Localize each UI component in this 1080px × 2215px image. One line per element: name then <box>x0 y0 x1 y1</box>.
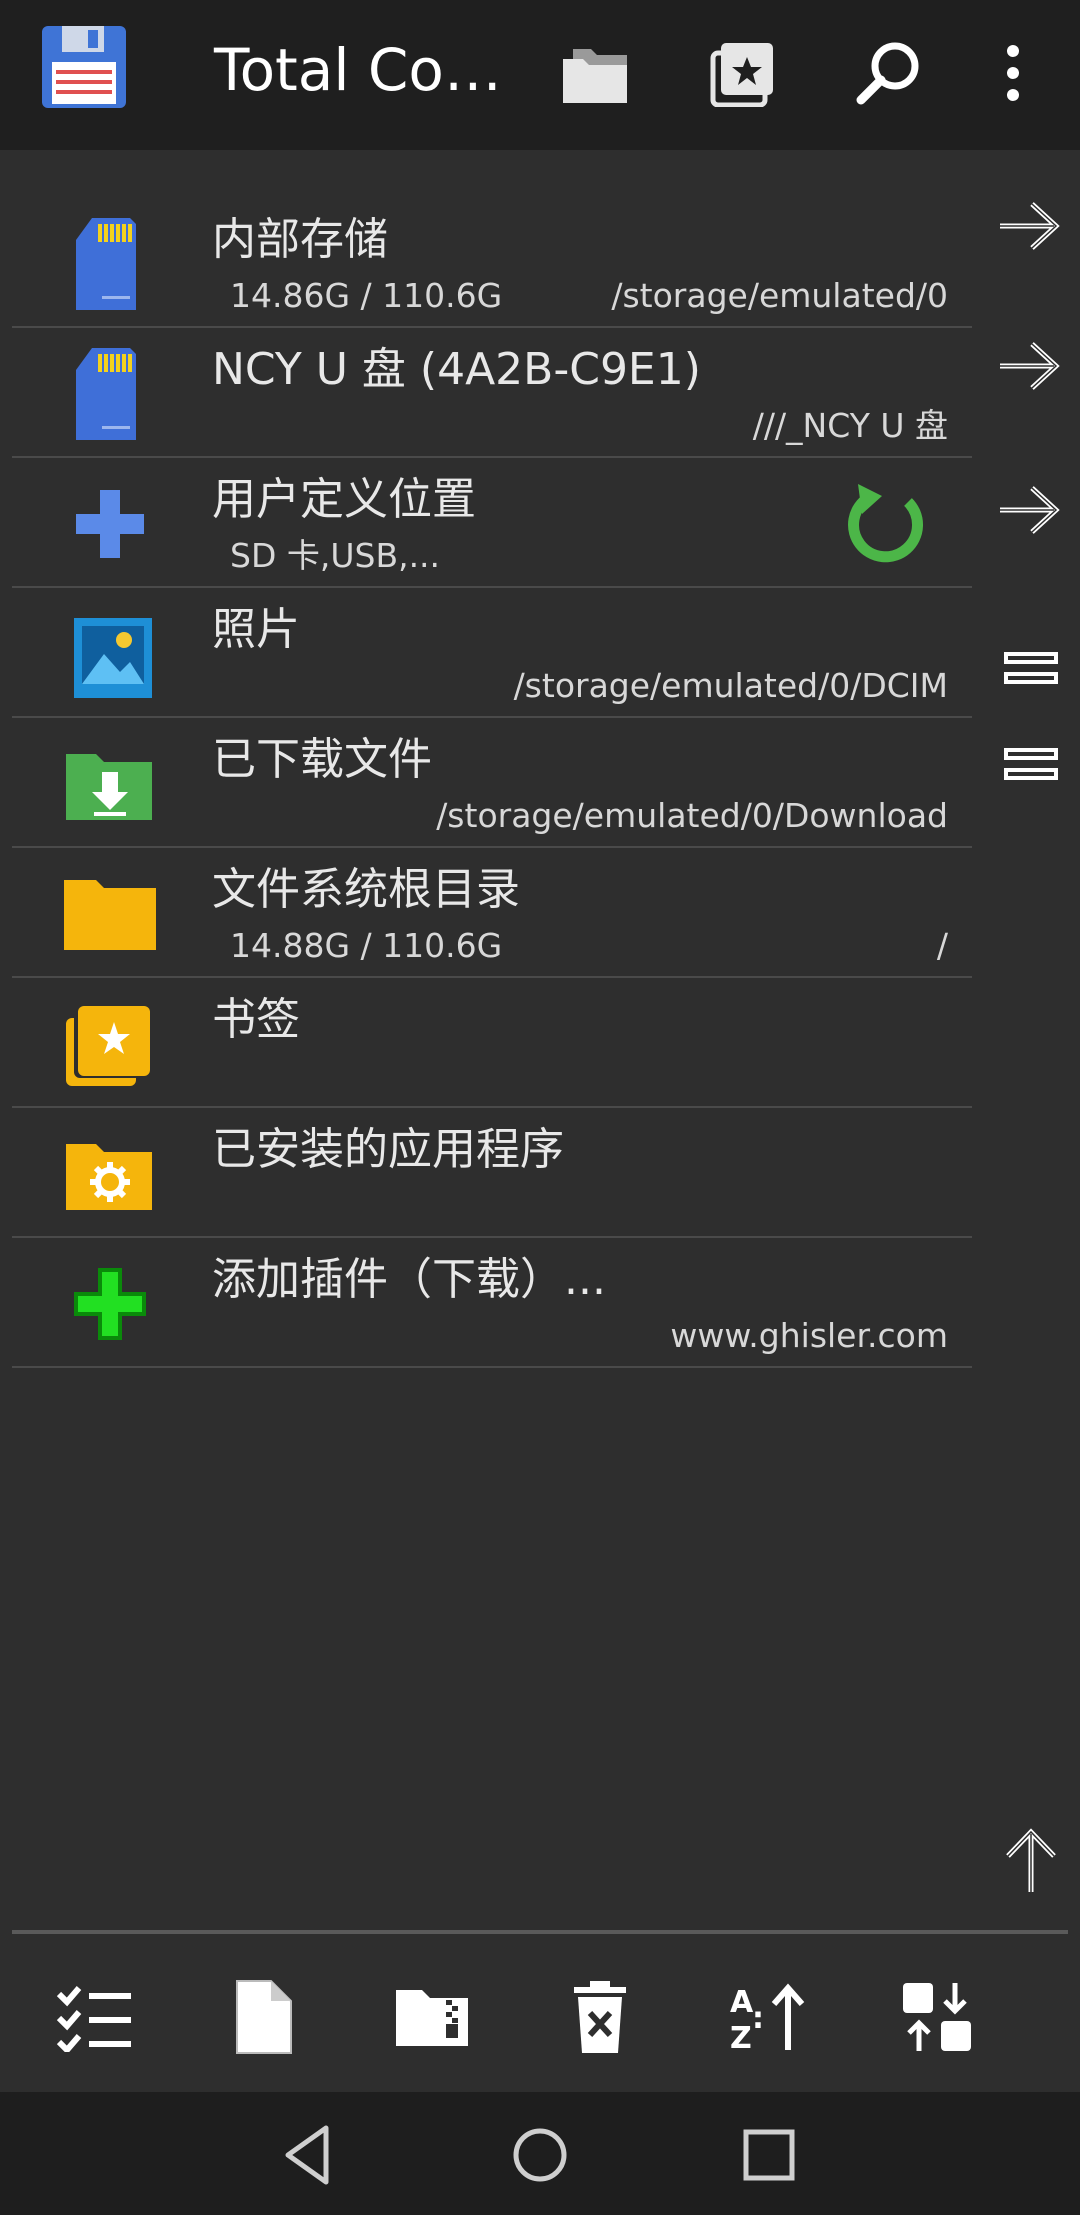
item-path: ///_NCY U 盘 <box>752 406 948 445</box>
sort-button[interactable]: A Z : <box>723 1972 813 2062</box>
item-name: 已安装的应用程序 <box>212 1124 564 1175</box>
image-icon <box>62 606 158 702</box>
folder-icon <box>62 866 158 962</box>
item-path: /storage/emulated/0/Download <box>436 796 948 835</box>
item-path: / <box>936 926 948 965</box>
green-plus-icon <box>62 1256 158 1352</box>
drag-handle-icon[interactable] <box>996 640 1066 700</box>
item-name: 内部存储 <box>212 214 388 265</box>
item-name: 用户定义位置 <box>212 474 476 525</box>
recents-icon[interactable] <box>734 2120 804 2190</box>
bottom-toolbar: A Z : <box>0 1934 1080 2090</box>
item-name: NCY U 盘 (4A2B-C9E1) <box>212 344 701 395</box>
list-item-root[interactable]: 文件系统根目录 14.88G / 110.6G / <box>12 848 972 978</box>
swap-icon <box>903 1983 971 2051</box>
bookmarks-button[interactable] <box>698 28 788 118</box>
folders-button[interactable] <box>553 28 643 118</box>
location-list: 内部存储 14.86G / 110.6G /storage/emulated/0… <box>12 198 972 1368</box>
sort-az-icon: A Z : <box>730 1983 805 2052</box>
home-icon[interactable] <box>505 2120 575 2190</box>
item-name: 照片 <box>212 604 300 655</box>
open-arrow-icon[interactable] <box>996 196 1066 256</box>
back-icon[interactable] <box>274 2120 344 2190</box>
search-button[interactable] <box>843 28 933 118</box>
swap-panels-button[interactable] <box>892 1972 982 2062</box>
new-file-button[interactable] <box>219 1972 309 2062</box>
app-folder-icon <box>62 1126 158 1222</box>
open-arrow-icon[interactable] <box>996 336 1066 396</box>
item-path: /storage/emulated/0 <box>611 276 948 315</box>
item-size: SD 卡,USB,... <box>230 536 441 575</box>
scroll-up-icon[interactable] <box>996 1826 1066 1896</box>
svg-text::: : <box>752 2001 764 2036</box>
list-item-add-plugins[interactable]: 添加插件（下载）... www.ghisler.com <box>12 1238 972 1368</box>
search-icon <box>856 42 919 105</box>
item-name: 文件系统根目录 <box>212 864 520 915</box>
list-item-bookmarks[interactable]: 书签 <box>12 978 972 1108</box>
more-vert-icon <box>1007 45 1019 101</box>
app-bar: Total Co… <box>0 0 1080 150</box>
archive-button[interactable] <box>387 1972 477 2062</box>
svg-text:A: A <box>730 1985 754 2020</box>
item-size: 14.86G / 110.6G <box>230 276 503 315</box>
download-folder-icon <box>62 736 158 832</box>
list-item-custom-location[interactable]: 用户定义位置 SD 卡,USB,... <box>12 458 972 588</box>
bookmark-star-icon <box>710 43 773 107</box>
file-icon <box>236 1980 292 2054</box>
item-name: 已下载文件 <box>212 734 432 785</box>
item-path: www.ghisler.com <box>670 1316 948 1355</box>
item-size: 14.88G / 110.6G <box>230 926 503 965</box>
system-nav-bar <box>0 2092 1080 2215</box>
checklist-icon <box>56 1986 131 2052</box>
drag-handle-icon[interactable] <box>996 736 1066 796</box>
svg-text:Z: Z <box>730 2021 752 2052</box>
list-item-downloads[interactable]: 已下载文件 /storage/emulated/0/Download <box>12 718 972 848</box>
floppy-disk-icon[interactable] <box>38 22 130 112</box>
item-path: /storage/emulated/0/DCIM <box>513 666 948 705</box>
plus-icon <box>62 476 158 572</box>
delete-button[interactable] <box>555 1972 645 2062</box>
app-title: Total Co… <box>214 36 502 104</box>
sd-card-icon <box>62 346 158 442</box>
list-item-photos[interactable]: 照片 /storage/emulated/0/DCIM <box>12 588 972 718</box>
list-item-internal-storage[interactable]: 内部存储 14.86G / 110.6G /storage/emulated/0 <box>12 198 972 328</box>
sd-card-icon <box>62 216 158 312</box>
item-name: 添加插件（下载）... <box>212 1254 606 1305</box>
refresh-icon[interactable] <box>838 476 934 572</box>
zip-folder-icon <box>396 1990 468 2046</box>
list-item-installed-apps[interactable]: 已安装的应用程序 <box>12 1108 972 1238</box>
folders-icon <box>563 49 627 103</box>
bookmark-folder-icon <box>62 996 158 1092</box>
open-arrow-icon[interactable] <box>996 480 1066 540</box>
trash-icon <box>574 1981 626 2053</box>
select-button[interactable] <box>50 1972 140 2062</box>
more-options-button[interactable] <box>968 28 1058 118</box>
list-item-usb-drive[interactable]: NCY U 盘 (4A2B-C9E1) ///_NCY U 盘 <box>12 328 972 458</box>
item-name: 书签 <box>212 994 300 1045</box>
